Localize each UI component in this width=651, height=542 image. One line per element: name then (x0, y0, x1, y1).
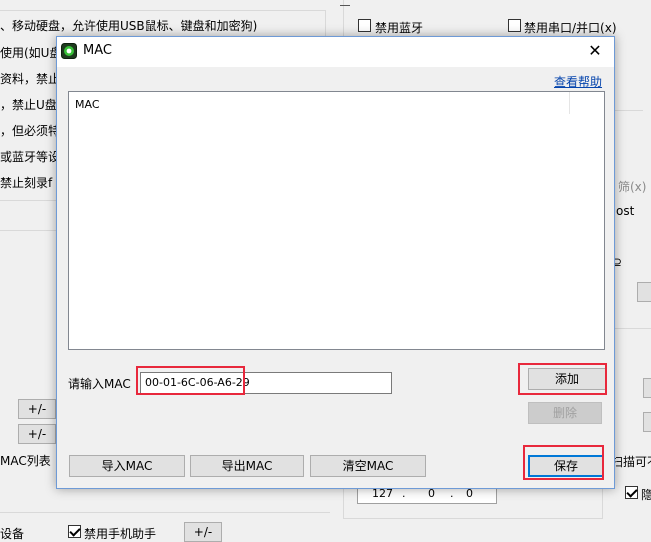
mac-input-label: 请输入MAC (68, 377, 131, 391)
panel-border (343, 489, 344, 519)
import-mac-button[interactable]: 导入MAC (69, 455, 185, 477)
serial-port-checkbox-label: 禁用串口/并口(x) (524, 21, 617, 35)
help-link[interactable]: 查看帮助 (554, 73, 602, 90)
close-icon: ✕ (588, 41, 602, 60)
panel-border (343, 518, 603, 519)
column-separator[interactable] (569, 92, 570, 114)
bluetooth-checkbox-label: 禁用蓝牙 (375, 21, 424, 35)
mac-dialog: MAC ✕ 查看帮助 MAC 请输入MAC 00-01-6C-06-A6-29 … (56, 36, 615, 489)
plus-minus-button[interactable]: +/- (184, 522, 222, 542)
bg-text-line: 使用(如U盘 (0, 46, 62, 60)
bg-device-text: 设备 (0, 527, 25, 541)
hide-checkbox[interactable] (625, 486, 638, 499)
app-icon (61, 43, 77, 59)
panel-border (340, 5, 350, 6)
plus-minus-button[interactable]: +/- (18, 424, 56, 444)
bg-fragment: 筛(x) (618, 180, 647, 194)
export-mac-button[interactable]: 导出MAC (190, 455, 304, 477)
mac-list-label: MAC列表 (0, 454, 51, 468)
dialog-titlebar[interactable]: MAC ✕ (57, 37, 614, 67)
bluetooth-checkbox[interactable] (358, 19, 371, 32)
mac-list[interactable]: MAC (68, 91, 605, 350)
bg-fragment: ost (616, 204, 635, 218)
panel-border (0, 10, 326, 11)
close-button[interactable]: ✕ (582, 39, 608, 63)
hide-checkbox-label: 隐 (641, 488, 651, 502)
bg-text-line: ，禁止U盘 (0, 98, 57, 112)
dialog-title: MAC (83, 43, 112, 58)
serial-port-checkbox[interactable] (508, 19, 521, 32)
panel-border (0, 512, 330, 513)
mac-input[interactable]: 00-01-6C-06-A6-29 (140, 372, 392, 394)
bg-text-line: 禁止刻录f (0, 176, 53, 190)
panel-border (602, 489, 603, 519)
delete-button[interactable]: 删除 (528, 402, 602, 424)
bg-button[interactable] (637, 282, 651, 302)
phone-assistant-label: 禁用手机助手 (84, 527, 157, 541)
add-button[interactable]: 添加 (528, 368, 606, 390)
bg-button[interactable] (643, 378, 651, 398)
bg-text-line: 资料，禁止/ (0, 72, 65, 86)
clear-mac-button[interactable]: 清空MAC (310, 455, 426, 477)
phone-assistant-checkbox[interactable] (68, 525, 81, 538)
bg-scan-text: 扫描可不 (611, 455, 651, 469)
mac-column-header[interactable]: MAC (75, 98, 100, 111)
save-button[interactable]: 保存 (528, 455, 604, 477)
panel-border (612, 328, 651, 329)
plus-minus-button[interactable]: +/- (18, 399, 56, 419)
bg-button[interactable] (643, 412, 651, 432)
bg-text-line: 或蓝牙等设 (0, 150, 61, 164)
bg-text-line: ，但必须特 (0, 124, 61, 138)
bg-usb-text: 、移动硬盘，允许使用USB鼠标、键盘和加密狗) (0, 19, 258, 33)
